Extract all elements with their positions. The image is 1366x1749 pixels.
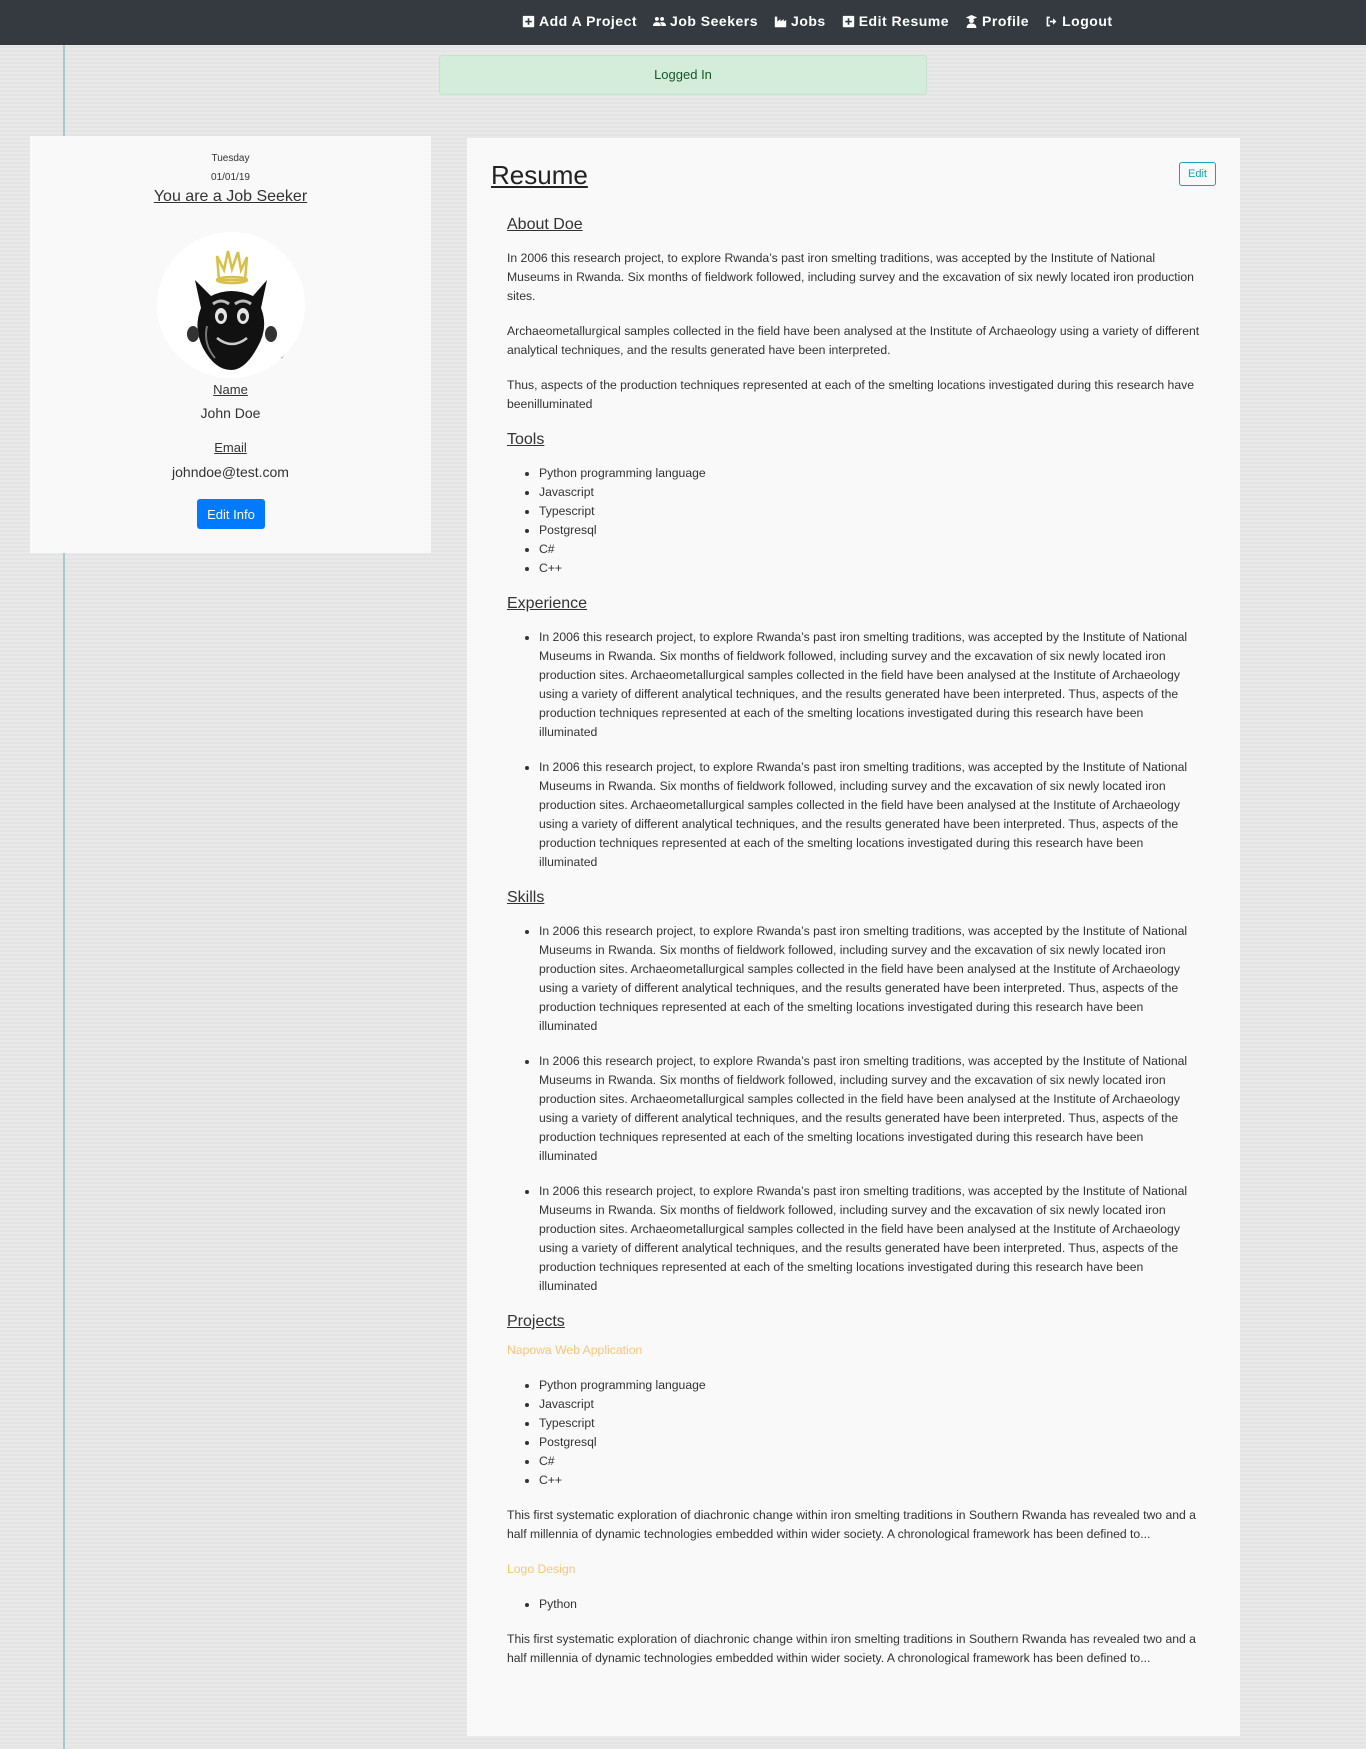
- tool-item: Postgresql: [539, 521, 1201, 540]
- project-tool-item: Typescript: [539, 1414, 1201, 1433]
- project-tool-item: C#: [539, 1452, 1201, 1471]
- skill-item: In 2006 this research project, to explor…: [539, 1182, 1201, 1296]
- nav-job-seekers[interactable]: Job Seekers: [653, 13, 758, 29]
- skills-heading: Skills: [507, 889, 545, 906]
- project-description: This first systematic exploration of dia…: [507, 1632, 1196, 1665]
- about-paragraph: In 2006 this research project, to explor…: [507, 251, 1194, 303]
- project-tools-list: Python: [507, 1595, 1201, 1614]
- industry-icon: [774, 16, 787, 27]
- tool-item: Python programming language: [539, 464, 1201, 483]
- email-value: johndoe@test.com: [172, 464, 289, 480]
- project-tool-item: C++: [539, 1471, 1201, 1490]
- project-title-link[interactable]: Logo Design: [507, 1560, 1201, 1579]
- logged-in-alert: Logged In: [439, 55, 927, 95]
- nav-menu: Add A Project Job Seekers Jobs Edit Resu…: [522, 13, 1113, 29]
- project-tool-item: Javascript: [539, 1395, 1201, 1414]
- tool-item: C#: [539, 540, 1201, 559]
- nav-edit-resume-label: Edit Resume: [858, 13, 950, 29]
- profile-day: Tuesday: [211, 153, 250, 164]
- tool-item: C++: [539, 559, 1201, 578]
- tools-list: Python programming language Javascript T…: [507, 464, 1201, 578]
- nav-add-project-label: Add A Project: [539, 13, 638, 29]
- plus-square-icon: [842, 15, 854, 27]
- projects-heading: Projects: [507, 1313, 565, 1330]
- nav-logout-label: Logout: [1062, 13, 1113, 29]
- project-tool-item: Postgresql: [539, 1433, 1201, 1452]
- experience-item: In 2006 this research project, to explor…: [539, 628, 1201, 742]
- project-description: This first systematic exploration of dia…: [507, 1508, 1196, 1541]
- edit-info-button[interactable]: Edit Info: [197, 499, 265, 529]
- nav-jobs[interactable]: Jobs: [774, 13, 826, 29]
- avatar-image: [157, 232, 305, 378]
- nav-jobs-label: Jobs: [791, 13, 826, 29]
- nav-add-project[interactable]: Add A Project: [522, 13, 637, 29]
- nav-profile[interactable]: Profile: [965, 13, 1029, 29]
- profile-card: Tuesday 01/01/19 You are a Job Seeker Na…: [30, 136, 431, 553]
- project-tool-item: Python: [539, 1595, 1201, 1614]
- project-tool-item: Python programming language: [539, 1376, 1201, 1395]
- nav-job-seekers-label: Job Seekers: [670, 13, 759, 29]
- email-label: Email: [214, 440, 247, 455]
- plus-square-icon: [522, 15, 535, 27]
- name-value: John Doe: [200, 405, 261, 421]
- resume-content: About Doe In 2006 this research project,…: [507, 215, 1201, 1684]
- about-heading: About Doe: [507, 216, 583, 233]
- skill-item: In 2006 this research project, to explor…: [539, 1052, 1201, 1166]
- experience-heading: Experience: [507, 595, 588, 612]
- project-tools-list: Python programming language Javascript T…: [507, 1376, 1201, 1490]
- skills-list: In 2006 this research project, to explor…: [507, 922, 1201, 1296]
- resume-title: Resume: [491, 160, 588, 190]
- skill-item: In 2006 this research project, to explor…: [539, 922, 1201, 1036]
- tool-item: Typescript: [539, 502, 1201, 521]
- experience-item: In 2006 this research project, to explor…: [539, 758, 1201, 872]
- about-paragraph: Thus, aspects of the production techniqu…: [507, 378, 1194, 411]
- user-graduate-icon: [965, 14, 978, 28]
- name-label: Name: [213, 382, 248, 397]
- profile-date: 01/01/19: [211, 172, 250, 183]
- profile-role: You are a Job Seeker: [153, 188, 308, 205]
- tool-item: Javascript: [539, 483, 1201, 502]
- experience-list: In 2006 this research project, to explor…: [507, 628, 1201, 872]
- resume-card: Resume Edit About Doe In 2006 this resea…: [467, 138, 1240, 1736]
- project-title-link[interactable]: Napowa Web Application: [507, 1341, 1201, 1360]
- tools-heading: Tools: [507, 431, 545, 448]
- users-icon: [653, 16, 667, 26]
- top-navbar: Add A Project Job Seekers Jobs Edit Resu…: [0, 0, 1366, 45]
- avatar: [157, 232, 305, 378]
- nav-profile-label: Profile: [982, 13, 1030, 29]
- sign-out-icon: [1046, 16, 1057, 26]
- edit-resume-button[interactable]: Edit: [1179, 162, 1216, 186]
- about-paragraph: Archaeometallurgical samples collected i…: [507, 324, 1200, 357]
- nav-logout[interactable]: Logout: [1045, 13, 1112, 29]
- nav-edit-resume[interactable]: Edit Resume: [842, 13, 949, 29]
